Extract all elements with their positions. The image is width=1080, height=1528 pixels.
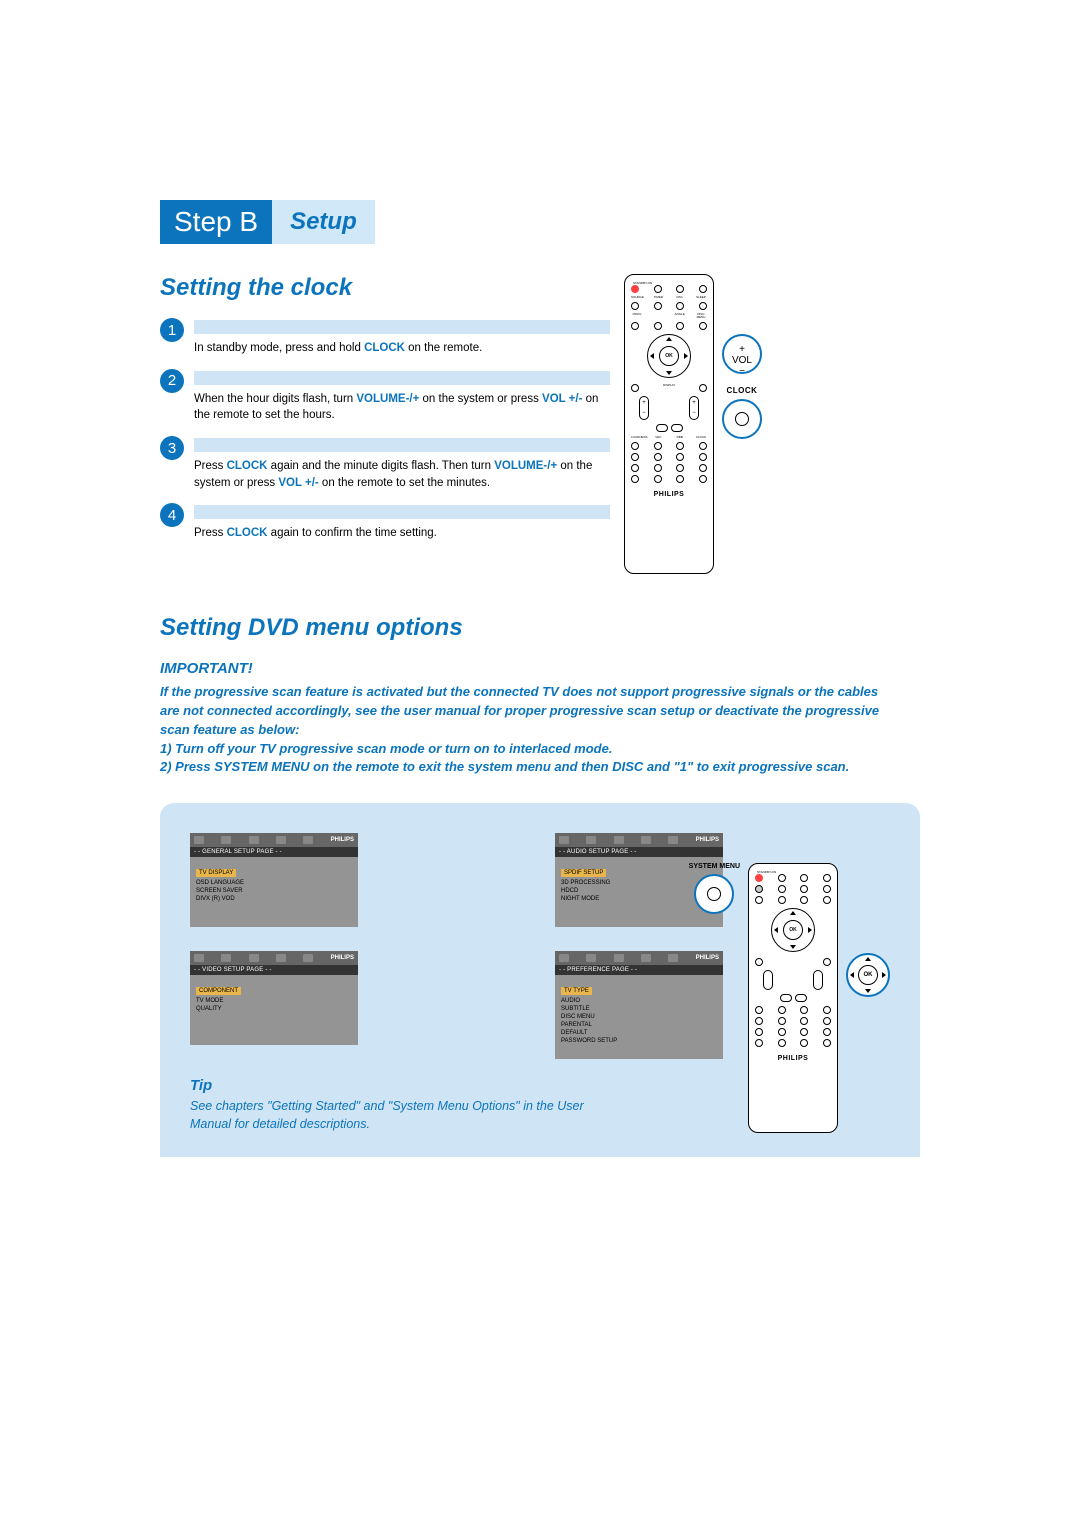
remote-button xyxy=(654,322,662,330)
step-label: Step B xyxy=(160,200,272,244)
nav-pad: OK xyxy=(771,908,815,952)
remote-diagram-dvd: SYSTEM MENU STANDBY-ON OK xyxy=(689,863,890,1133)
remote-button xyxy=(676,322,684,330)
remote-button xyxy=(631,302,639,310)
menu-item: SCREEN SAVER xyxy=(196,887,352,895)
clock-callout: CLOCK xyxy=(722,386,762,439)
remote-button xyxy=(676,302,684,310)
menu-tabs: PHILIPS xyxy=(190,833,358,847)
menu-brand: PHILIPS xyxy=(331,837,354,843)
play-pause-button xyxy=(656,424,668,432)
clock-step-3: 3 Press CLOCK again and the minute digit… xyxy=(160,438,610,491)
menu-item: SPDIF SETUP xyxy=(561,869,606,877)
remote-button xyxy=(699,442,707,450)
important-heading: IMPORTANT! xyxy=(160,660,920,677)
menu-body: COMPONENT TV MODEQUALITY xyxy=(190,975,358,1045)
remote-button xyxy=(699,302,707,310)
step-number-badge: 2 xyxy=(160,369,184,393)
step-header: Step B Setup xyxy=(160,200,375,244)
menu-brand: PHILIPS xyxy=(696,837,719,843)
menu-item: DIVX (R) VOD xyxy=(196,895,352,903)
menu-item: TV DISPLAY xyxy=(196,869,236,877)
remote-button xyxy=(631,384,639,392)
step-bar-decoration xyxy=(194,371,610,385)
remote-button xyxy=(631,453,639,461)
remote-diagram-clock: STANDBY-ON SOURCETIMERDSCSLEEP PROGANGLE… xyxy=(624,274,762,574)
remote-button xyxy=(654,285,662,293)
tip-text: See chapters "Getting Started" and "Syst… xyxy=(190,1098,610,1133)
vol-rocker: +− xyxy=(639,396,649,420)
remote-button xyxy=(699,384,707,392)
step-bar-decoration xyxy=(194,438,610,452)
menu-title: - - GENERAL SETUP PAGE - - xyxy=(190,847,358,857)
menu-tabs: PHILIPS xyxy=(555,833,723,847)
step-number-badge: 4 xyxy=(160,503,184,527)
menu-item: COMPONENT xyxy=(196,987,241,995)
remote-button xyxy=(676,475,684,483)
step-bar-decoration xyxy=(194,505,610,519)
important-text: If the progressive scan feature is activ… xyxy=(160,683,880,777)
menu-general: PHILIPS - - GENERAL SETUP PAGE - - TV DI… xyxy=(190,833,358,927)
step-bar-decoration xyxy=(194,320,610,334)
standby-button xyxy=(631,285,639,293)
dvd-menu-panel: PHILIPS - - GENERAL SETUP PAGE - - TV DI… xyxy=(160,803,920,1157)
remote-outline: STANDBY-ON SOURCETIMERDSCSLEEP PROGANGLE… xyxy=(624,274,714,574)
remote-button xyxy=(654,464,662,472)
ok-button: OK xyxy=(659,346,679,366)
remote-button xyxy=(631,464,639,472)
remote-button xyxy=(676,464,684,472)
clock-step-2: 2 When the hour digits flash, turn VOLUM… xyxy=(160,371,610,424)
menu-brand: PHILIPS xyxy=(331,955,354,961)
step-sub: Setup xyxy=(272,200,375,244)
step-number-badge: 3 xyxy=(160,436,184,460)
remote-button xyxy=(699,464,707,472)
remote-button xyxy=(654,453,662,461)
menu-title: - - VIDEO SETUP PAGE - - xyxy=(190,965,358,975)
step-text: When the hour digits flash, turn VOLUME-… xyxy=(194,391,610,424)
remote-button xyxy=(676,442,684,450)
remote-button xyxy=(654,442,662,450)
remote-button xyxy=(699,285,707,293)
section-title-dvd: Setting DVD menu options xyxy=(160,614,920,642)
menu-body: TV DISPLAY OSD LANGUAGESCREEN SAVERDIVX (… xyxy=(190,857,358,927)
remote-button xyxy=(676,453,684,461)
step-text: In standby mode, press and hold CLOCK on… xyxy=(194,340,610,357)
remote-button xyxy=(699,475,707,483)
menu-item: QUALITY xyxy=(196,1005,352,1013)
remote-button xyxy=(654,475,662,483)
stop-button xyxy=(671,424,683,432)
remote-outline-2: STANDBY-ON OK PHILIPS xyxy=(748,863,838,1133)
nav-pad: OK xyxy=(647,334,691,378)
remote-button xyxy=(699,322,707,330)
step-text: Press CLOCK again and the minute digits … xyxy=(194,458,610,491)
remote-button xyxy=(631,322,639,330)
remote-button xyxy=(631,475,639,483)
ok-button: OK xyxy=(783,920,803,940)
remote-button xyxy=(631,442,639,450)
menu-item: OSD LANGUAGE xyxy=(196,879,352,887)
system-menu-button-highlight xyxy=(755,885,763,893)
menu-item: TV TYPE xyxy=(561,987,592,995)
menu-tabs: PHILIPS xyxy=(190,951,358,965)
section-title-clock: Setting the clock xyxy=(160,274,610,302)
vol-rocker xyxy=(763,970,773,990)
remote-button xyxy=(654,302,662,310)
remote-button xyxy=(699,453,707,461)
clock-step-4: 4 Press CLOCK again to confirm the time … xyxy=(160,505,610,542)
remote-button xyxy=(676,285,684,293)
ch-rocker xyxy=(813,970,823,990)
ch-rocker: +− xyxy=(689,396,699,420)
brand-label: PHILIPS xyxy=(629,491,709,498)
clock-step-1: 1 In standby mode, press and hold CLOCK … xyxy=(160,320,610,357)
menu-title: - - AUDIO SETUP PAGE - - xyxy=(555,847,723,857)
step-number-badge: 1 xyxy=(160,318,184,342)
vol-callout: + VOL − xyxy=(722,334,762,374)
brand-label: PHILIPS xyxy=(753,1055,833,1062)
ok-callout: OK xyxy=(846,953,890,997)
step-text: Press CLOCK again to confirm the time se… xyxy=(194,525,610,542)
standby-button xyxy=(755,874,763,882)
system-menu-callout: SYSTEM MENU xyxy=(689,863,740,914)
menu-video: PHILIPS - - VIDEO SETUP PAGE - - COMPONE… xyxy=(190,951,358,1059)
menu-item: TV MODE xyxy=(196,997,352,1005)
